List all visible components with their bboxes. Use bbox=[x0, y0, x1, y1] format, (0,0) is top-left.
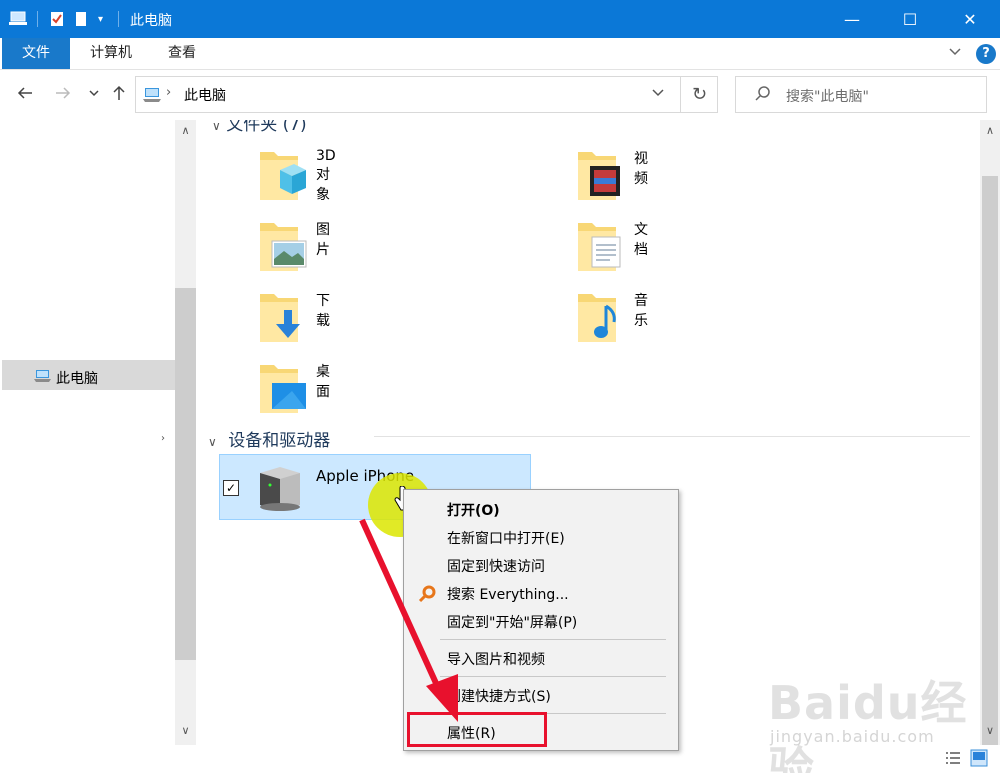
downloads-folder-icon bbox=[260, 294, 300, 342]
address-row: › 此电脑 ↻ 搜索"此电脑" bbox=[0, 70, 1000, 120]
search-input[interactable]: 搜索"此电脑" bbox=[735, 76, 987, 113]
divider bbox=[37, 11, 38, 27]
title-bar: ▾ 此电脑 — ☐ ✕ bbox=[0, 0, 1000, 38]
close-button[interactable]: ✕ bbox=[940, 0, 1000, 38]
devices-group-header[interactable]: ∨ 设备和驱动器 bbox=[208, 426, 330, 451]
portable-device-icon bbox=[260, 467, 300, 511]
watermark-logo: Baidu经验 bbox=[768, 676, 968, 773]
recent-locations-icon[interactable] bbox=[88, 84, 100, 107]
back-icon[interactable] bbox=[16, 84, 34, 107]
folders-group-header[interactable]: ∨ 文件夹 (7) bbox=[212, 120, 307, 135]
folder-label: 图片 bbox=[316, 222, 330, 258]
refresh-icon[interactable]: ↻ bbox=[680, 77, 718, 112]
breadcrumb-chevron-icon[interactable]: › bbox=[166, 85, 171, 100]
nav-expand-icon[interactable]: › bbox=[161, 433, 165, 444]
app-icon bbox=[8, 9, 28, 29]
scroll-down-icon[interactable]: ∨ bbox=[175, 724, 196, 737]
scroll-up-icon[interactable]: ∧ bbox=[175, 124, 196, 137]
desktop-folder-icon bbox=[260, 365, 306, 413]
music-folder-icon bbox=[578, 294, 616, 342]
collapse-chevron-icon[interactable]: ∨ bbox=[208, 435, 217, 449]
tab-view[interactable]: 查看 bbox=[152, 38, 212, 69]
scroll-thumb[interactable] bbox=[175, 288, 196, 660]
folder-label: 音乐 bbox=[634, 293, 648, 329]
folder-label: 3D 对象 bbox=[316, 148, 336, 203]
search-icon bbox=[754, 85, 772, 107]
properties-icon[interactable] bbox=[48, 9, 66, 29]
documents-folder-icon bbox=[578, 223, 621, 271]
annotation-arrow bbox=[359, 518, 458, 722]
nav-item-label[interactable]: 此电脑 bbox=[56, 368, 98, 388]
folder-label: 下载 bbox=[316, 293, 330, 329]
item-checkbox[interactable]: ✓ bbox=[223, 480, 239, 496]
pictures-folder-icon bbox=[260, 223, 307, 271]
search-placeholder: 搜索"此电脑" bbox=[786, 89, 869, 105]
navigation-pane: 此电脑 › ∧ ∨ bbox=[0, 120, 196, 745]
folder-label: 桌面 bbox=[316, 364, 330, 400]
forward-icon[interactable] bbox=[54, 84, 72, 107]
tab-file[interactable]: 文件 bbox=[2, 38, 70, 69]
folder-music[interactable]: 音乐 bbox=[576, 290, 648, 350]
maximize-button[interactable]: ☐ bbox=[880, 0, 940, 38]
folder-desktop[interactable]: 桌面 bbox=[258, 361, 330, 421]
tab-computer[interactable]: 计算机 bbox=[78, 38, 144, 69]
help-icon[interactable]: ? bbox=[976, 44, 996, 64]
this-pc-icon bbox=[142, 87, 162, 107]
minimize-button[interactable]: — bbox=[822, 0, 882, 38]
address-bar[interactable]: › 此电脑 ↻ bbox=[135, 76, 718, 113]
folder-documents[interactable]: 文档 bbox=[576, 219, 648, 279]
address-dropdown-icon[interactable] bbox=[651, 85, 665, 102]
folder-videos[interactable]: 视频 bbox=[576, 148, 648, 208]
highlight-box bbox=[407, 712, 547, 747]
nav-scrollbar[interactable]: ∧ ∨ bbox=[175, 120, 196, 745]
up-icon[interactable] bbox=[110, 84, 128, 107]
divider bbox=[118, 11, 119, 27]
folder-downloads[interactable]: 下载 bbox=[258, 290, 330, 350]
folder-label: 视频 bbox=[634, 151, 648, 187]
new-folder-icon[interactable] bbox=[74, 9, 88, 29]
scroll-up-icon[interactable]: ∧ bbox=[980, 124, 1000, 137]
breadcrumb[interactable]: 此电脑 bbox=[184, 85, 226, 105]
videos-folder-icon bbox=[578, 152, 620, 200]
watermark-url: jingyan.baidu.com bbox=[770, 727, 935, 746]
ribbon: 文件 计算机 查看 ? bbox=[0, 38, 1000, 70]
folder-pictures[interactable]: 图片 bbox=[258, 219, 330, 279]
customize-toolbar-icon[interactable]: ▾ bbox=[98, 9, 103, 29]
this-pc-icon bbox=[34, 369, 52, 387]
folder-label: 文档 bbox=[634, 222, 648, 258]
3d-objects-folder-icon bbox=[260, 152, 306, 200]
group-divider bbox=[374, 436, 970, 437]
scroll-thumb[interactable] bbox=[982, 176, 998, 745]
expand-ribbon-icon[interactable] bbox=[948, 44, 962, 62]
window-title: 此电脑 bbox=[130, 13, 172, 29]
content-scrollbar[interactable]: ∧ ∨ bbox=[980, 120, 1000, 745]
folder-3d-objects[interactable]: 3D 对象 bbox=[258, 148, 336, 208]
